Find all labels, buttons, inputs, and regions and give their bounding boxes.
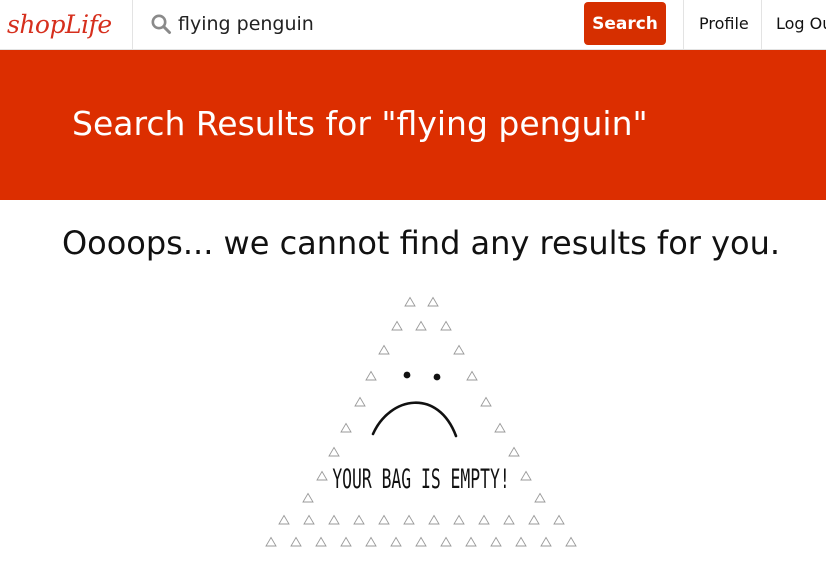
triangle-outline-icon <box>303 514 315 525</box>
triangle-outline-icon <box>465 536 477 547</box>
triangle-outline-icon <box>478 514 490 525</box>
triangle-outline-icon <box>278 514 290 525</box>
triangle-outline-icon <box>428 514 440 525</box>
triangle-outline-icon <box>520 470 532 481</box>
triangle-outline-icon <box>565 536 577 547</box>
no-results-message: Oooops... we cannot find any results for… <box>61 224 781 262</box>
empty-bag-illustration: YOUR BAG IS EMPTY! <box>265 296 577 547</box>
triangle-outline-icon <box>515 536 527 547</box>
triangle-outline-icon <box>440 320 452 331</box>
triangle-outline-icon <box>480 396 492 407</box>
triangle-outline-icon <box>440 536 452 547</box>
search-results-banner: Search Results for "flying penguin" <box>0 50 826 200</box>
triangle-outline-icon <box>494 422 506 433</box>
triangle-outline-icon <box>328 446 340 457</box>
profile-link[interactable]: Profile <box>699 0 749 50</box>
nav-divider <box>683 0 684 50</box>
triangle-outline-icon <box>316 470 328 481</box>
triangle-outline-icon <box>427 296 439 307</box>
triangle-outline-icon <box>415 536 427 547</box>
triangle-outline-icon <box>403 514 415 525</box>
triangle-outline-icon <box>328 514 340 525</box>
nav-divider <box>132 0 133 50</box>
triangle-outline-icon <box>354 396 366 407</box>
nav-divider <box>761 0 762 50</box>
triangle-outline-icon <box>365 536 377 547</box>
top-navigation-bar: shopLife Search Profile Log Out <box>0 0 826 50</box>
page-title: Search Results for "flying penguin" <box>72 104 648 143</box>
triangle-outline-icon <box>528 514 540 525</box>
triangle-outline-icon <box>415 320 427 331</box>
triangle-outline-icon <box>365 370 377 381</box>
triangle-outline-icon <box>453 344 465 355</box>
empty-bag-caption: YOUR BAG IS EMPTY! <box>332 465 509 495</box>
triangle-outline-icon <box>508 446 520 457</box>
triangle-pattern <box>265 296 577 547</box>
logout-link[interactable]: Log Out <box>776 0 826 50</box>
search-input[interactable] <box>178 8 568 40</box>
sad-face-left-eye <box>403 371 411 379</box>
triangle-outline-icon <box>390 536 402 547</box>
sad-face-mouth <box>371 401 458 438</box>
triangle-outline-icon <box>453 514 465 525</box>
triangle-outline-icon <box>340 536 352 547</box>
triangle-outline-icon <box>378 344 390 355</box>
triangle-outline-icon <box>378 514 390 525</box>
triangle-outline-icon <box>503 514 515 525</box>
triangle-outline-icon <box>302 492 314 503</box>
search-icon <box>151 14 171 34</box>
triangle-outline-icon <box>553 514 565 525</box>
shoplife-logo[interactable]: shopLife <box>7 6 127 44</box>
triangle-outline-icon <box>540 536 552 547</box>
triangle-outline-icon <box>534 492 546 503</box>
triangle-outline-icon <box>490 536 502 547</box>
triangle-outline-icon <box>391 320 403 331</box>
triangle-outline-icon <box>265 536 277 547</box>
triangle-outline-icon <box>466 370 478 381</box>
triangle-outline-icon <box>340 422 352 433</box>
triangle-outline-icon <box>290 536 302 547</box>
search-button[interactable]: Search <box>584 2 666 45</box>
triangle-outline-icon <box>315 536 327 547</box>
sad-face-right-eye <box>433 373 441 381</box>
triangle-outline-icon <box>353 514 365 525</box>
triangle-outline-icon <box>404 296 416 307</box>
